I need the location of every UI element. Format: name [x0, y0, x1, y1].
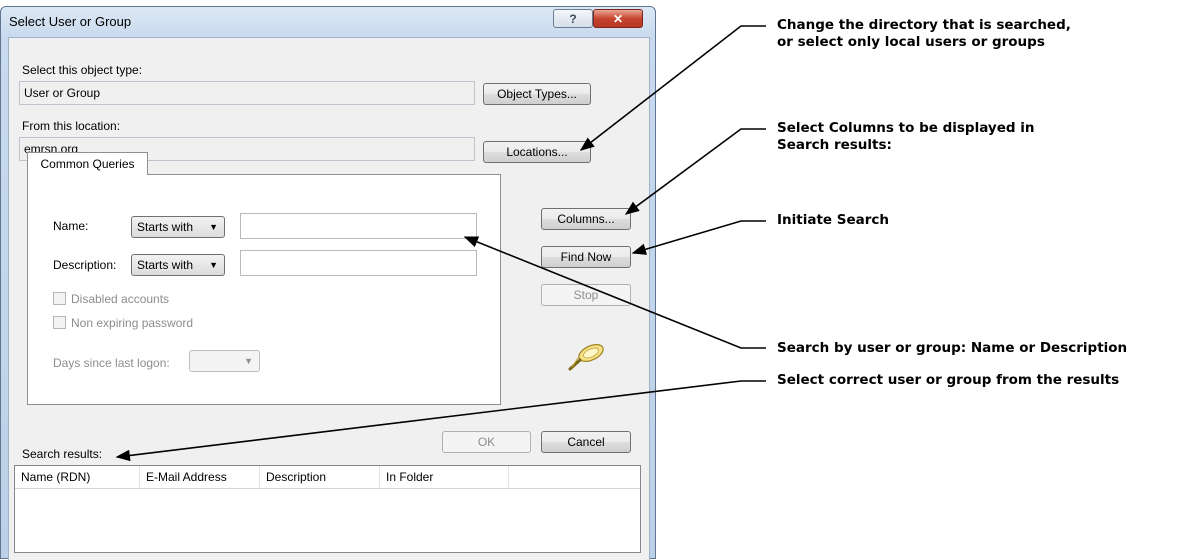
question-mark-icon: ?: [569, 11, 577, 26]
annotation-search-by: Search by user or group: Name or Descrip…: [777, 340, 1128, 356]
annotation-select-correct: Select correct user or group from the re…: [777, 372, 1120, 388]
close-icon: ✕: [612, 11, 624, 26]
stop-button[interactable]: Stop: [541, 284, 631, 306]
chevron-down-icon: ▼: [209, 222, 218, 232]
name-match-dropdown[interactable]: Starts with ▼: [131, 216, 225, 238]
chevron-down-icon: ▼: [209, 260, 218, 270]
column-header-description[interactable]: Description: [260, 466, 380, 488]
tab-common-queries[interactable]: Common Queries: [27, 152, 148, 175]
non-expiring-password-checkbox[interactable]: [53, 316, 66, 329]
annotation-initiate-search: Initiate Search: [777, 212, 890, 228]
annotation-line: Select Columns to be displayed in: [777, 120, 1035, 136]
object-type-label: Select this object type:: [22, 63, 143, 77]
help-button[interactable]: ?: [553, 9, 593, 28]
title-bar[interactable]: Select User or Group ? ✕: [1, 7, 655, 37]
description-input[interactable]: [240, 250, 477, 276]
column-header-name[interactable]: Name (RDN): [15, 466, 140, 488]
name-match-value: Starts with: [137, 220, 194, 234]
object-type-field: User or Group: [19, 81, 475, 105]
annotation-line: Change the directory that is searched,: [777, 17, 1071, 33]
description-match-dropdown[interactable]: Starts with ▼: [131, 254, 225, 276]
disabled-accounts-label: Disabled accounts: [71, 292, 170, 306]
search-results-list[interactable]: Name (RDN) E-Mail Address Description In…: [14, 465, 641, 553]
disabled-accounts-checkbox[interactable]: [53, 292, 66, 305]
magnifier-icon: [566, 336, 610, 374]
locations-button[interactable]: Locations...: [483, 141, 591, 163]
columns-button[interactable]: Columns...: [541, 208, 631, 230]
search-results-label: Search results:: [22, 447, 103, 461]
common-queries-panel: [27, 174, 501, 405]
non-expiring-password-label: Non expiring password: [71, 316, 194, 330]
location-label: From this location:: [22, 119, 121, 133]
description-label: Description:: [53, 258, 117, 272]
window-title: Select User or Group: [9, 14, 132, 29]
annotation-change-directory: Change the directory that is searched, o…: [777, 17, 1071, 51]
column-header-email[interactable]: E-Mail Address: [140, 466, 260, 488]
description-match-value: Starts with: [137, 258, 194, 272]
name-input[interactable]: [240, 213, 477, 239]
results-header: Name (RDN) E-Mail Address Description In…: [15, 466, 640, 489]
object-types-button[interactable]: Object Types...: [483, 83, 591, 105]
chevron-down-icon: ▼: [244, 356, 253, 366]
days-since-logon-label: Days since last logon:: [53, 356, 170, 370]
column-header-in-folder[interactable]: In Folder: [380, 466, 509, 488]
find-now-button[interactable]: Find Now: [541, 246, 631, 268]
close-button[interactable]: ✕: [593, 9, 643, 28]
ok-button[interactable]: OK: [442, 431, 531, 453]
days-since-logon-dropdown[interactable]: ▼: [189, 350, 260, 372]
name-label: Name:: [53, 219, 89, 233]
cancel-button[interactable]: Cancel: [541, 431, 631, 453]
annotation-select-columns: Select Columns to be displayed in Search…: [777, 120, 1034, 154]
annotation-line: or select only local users or groups: [777, 34, 1045, 50]
annotation-line: Search results:: [777, 137, 892, 153]
